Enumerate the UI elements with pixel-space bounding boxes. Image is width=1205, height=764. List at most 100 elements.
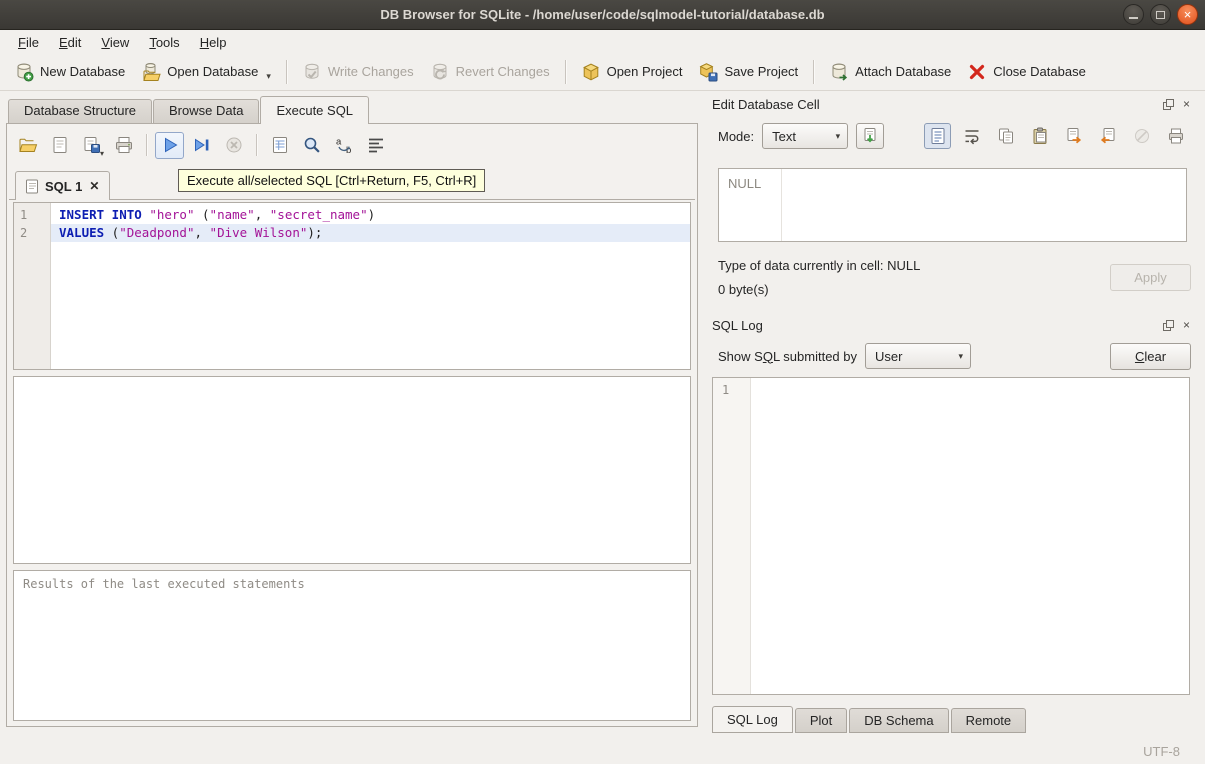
- toolbar-separator: [565, 60, 566, 84]
- new-database-button[interactable]: New Database: [6, 57, 133, 87]
- open-database-dropdown-icon[interactable]: ▾: [266, 71, 271, 82]
- menu-file[interactable]: File: [8, 33, 49, 52]
- cell-editor-divider: [781, 169, 782, 241]
- import-from-file-button[interactable]: [856, 123, 884, 149]
- import-cell-button[interactable]: [1094, 123, 1121, 149]
- paste-cell-button[interactable]: [1026, 123, 1053, 149]
- menu-view[interactable]: View: [91, 33, 139, 52]
- cell-editor[interactable]: NULL: [718, 168, 1187, 242]
- open-project-label: Open Project: [607, 64, 683, 79]
- sql-editor[interactable]: 1 2 INSERT INTO "hero" ("name", "secret_…: [13, 202, 691, 370]
- menu-tools[interactable]: Tools: [139, 33, 189, 52]
- export-cell-button[interactable]: [1060, 123, 1087, 149]
- clear-log-button[interactable]: Clear: [1110, 343, 1191, 370]
- revert-changes-button[interactable]: Revert Changes: [422, 57, 558, 87]
- sql-text: ,: [255, 207, 270, 222]
- format-sql-button[interactable]: [361, 132, 390, 159]
- stop-execution-button[interactable]: [219, 132, 248, 159]
- sql-log-filter-row: Show SQL submitted by User ▾ Clear: [718, 342, 1191, 370]
- dock-tab-sql-log[interactable]: SQL Log: [712, 706, 793, 733]
- chevron-down-icon: ▾: [836, 131, 841, 142]
- titlebar[interactable]: DB Browser for SQLite - /home/user/code/…: [0, 0, 1205, 30]
- window-title: DB Browser for SQLite - /home/user/code/…: [380, 7, 824, 22]
- dock-tab-db-schema[interactable]: DB Schema: [849, 708, 948, 733]
- replace-button[interactable]: ab: [329, 132, 358, 159]
- tab-database-structure[interactable]: Database Structure: [8, 99, 152, 123]
- write-changes-button[interactable]: Write Changes: [294, 57, 422, 87]
- sql-line-2: VALUES ("Deadpond", "Dive Wilson");: [51, 224, 690, 242]
- open-database-icon: [141, 62, 161, 82]
- close-tab-icon[interactable]: ✕: [88, 179, 100, 193]
- sql-text: (: [104, 225, 119, 240]
- save-project-button[interactable]: Save Project: [690, 57, 806, 87]
- edit-cell-float-button[interactable]: [1162, 98, 1175, 111]
- sql-log-close-button[interactable]: ×: [1180, 319, 1193, 332]
- save-sql-file-as-button[interactable]: ▾: [77, 132, 106, 159]
- execute-sql-panel: ▾: [6, 123, 698, 727]
- print-sql-button[interactable]: [109, 132, 138, 159]
- tab-execute-sql[interactable]: Execute SQL: [260, 96, 369, 124]
- filter-label-key: Q: [763, 349, 773, 364]
- sql-tab[interactable]: SQL 1 ✕: [15, 171, 110, 200]
- close-window-button[interactable]: ×: [1177, 4, 1198, 25]
- maximize-button[interactable]: [1150, 4, 1171, 25]
- attach-database-button[interactable]: Attach Database: [821, 57, 959, 87]
- open-project-button[interactable]: Open Project: [573, 57, 691, 87]
- magnifier-icon: [302, 135, 322, 155]
- maximize-icon: [1156, 11, 1165, 19]
- new-database-icon: [14, 62, 34, 82]
- dock-tab-plot[interactable]: Plot: [795, 708, 847, 733]
- cell-size-info: 0 byte(s): [718, 282, 769, 297]
- text-view-button[interactable]: [924, 123, 951, 149]
- close-database-button[interactable]: Close Database: [959, 57, 1094, 87]
- sql-log-float-button[interactable]: [1162, 319, 1175, 332]
- open-project-icon: [581, 62, 601, 82]
- edit-cell-close-button[interactable]: ×: [1180, 98, 1193, 111]
- results-grid: [13, 376, 691, 564]
- dock-tab-remote[interactable]: Remote: [951, 708, 1027, 733]
- sql-keyword: INSERT INTO: [59, 207, 142, 222]
- line-number-gutter: 1 2: [14, 203, 51, 369]
- print-icon: [114, 135, 134, 155]
- open-database-button[interactable]: Open Database ▾: [133, 57, 279, 87]
- save-project-label: Save Project: [724, 64, 798, 79]
- save-sql-file-button[interactable]: [45, 132, 74, 159]
- sql-text: );: [307, 225, 322, 240]
- cell-type-info: Type of data currently in cell: NULL: [718, 258, 920, 273]
- open-sql-file-button[interactable]: [13, 132, 42, 159]
- main-tab-bar: Database Structure Browse Data Execute S…: [6, 96, 698, 123]
- sql-string: "Deadpond": [119, 225, 194, 240]
- sql-toolbar: ▾: [13, 129, 390, 161]
- document-icon: [25, 179, 39, 194]
- close-window-icon: ×: [1184, 8, 1192, 21]
- apply-button[interactable]: Apply: [1110, 264, 1191, 291]
- sql-line-1: INSERT INTO "hero" ("name", "secret_name…: [51, 206, 690, 224]
- minimize-icon: [1129, 17, 1138, 19]
- minimize-button[interactable]: [1123, 4, 1144, 25]
- tab-browse-data[interactable]: Browse Data: [153, 99, 259, 123]
- execute-line-button[interactable]: [187, 132, 216, 159]
- float-panel-icon: [1163, 320, 1174, 331]
- sql-log-title: SQL Log: [712, 318, 763, 333]
- word-wrap-button[interactable]: [958, 123, 985, 149]
- find-button[interactable]: [297, 132, 326, 159]
- float-panel-icon: [1163, 99, 1174, 110]
- menu-edit[interactable]: Edit: [49, 33, 91, 52]
- log-filter-select[interactable]: User ▾: [865, 343, 971, 369]
- set-null-button[interactable]: [1128, 123, 1155, 149]
- results-pane: Results of the last executed statements: [13, 570, 691, 721]
- sql-toolbar-separator: [256, 134, 257, 156]
- edit-cell-title: Edit Database Cell: [712, 97, 820, 112]
- app-window: DB Browser for SQLite - /home/user/code/…: [0, 0, 1205, 764]
- export-csv-button[interactable]: [265, 132, 294, 159]
- cell-null-value: NULL: [728, 176, 761, 191]
- copy-cell-button[interactable]: [992, 123, 1019, 149]
- print-cell-button[interactable]: [1162, 123, 1189, 149]
- line-number: 1: [14, 206, 50, 224]
- replace-icon: ab: [334, 135, 354, 155]
- mode-select[interactable]: Text ▾: [762, 123, 848, 149]
- dock-tab-bar: SQL Log Plot DB Schema Remote: [712, 706, 1026, 733]
- menu-help[interactable]: Help: [190, 33, 237, 52]
- log-line-number: 1: [722, 383, 729, 397]
- execute-all-button[interactable]: [155, 132, 184, 159]
